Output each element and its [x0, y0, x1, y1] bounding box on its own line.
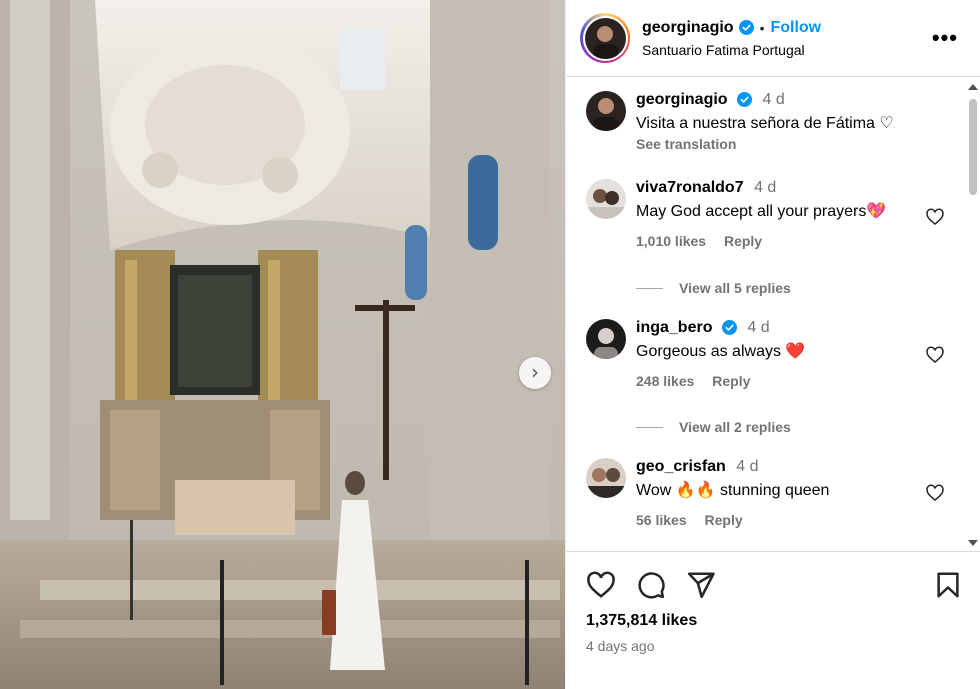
comment-text: Gorgeous as always ❤️ — [636, 343, 806, 360]
scroll-down-arrow[interactable] — [968, 540, 978, 546]
caption-avatar[interactable] — [586, 91, 626, 131]
comment-text: Wow 🔥🔥 stunning queen — [636, 482, 830, 499]
avatar[interactable] — [580, 13, 630, 63]
post-header: georginagio • Follow Santuario Fatima Po… — [566, 0, 980, 77]
comment-username[interactable]: viva7ronaldo7 — [636, 179, 744, 196]
heart-icon[interactable] — [925, 483, 945, 503]
reply-button[interactable]: Reply — [724, 233, 762, 249]
comments-list: georginagio 4 d Visita a nuestra señora … — [566, 77, 980, 551]
caption-item: georginagio 4 d Visita a nuestra señora … — [586, 91, 946, 152]
post-side-panel: georginagio • Follow Santuario Fatima Po… — [565, 0, 980, 689]
reply-button[interactable]: Reply — [705, 512, 743, 528]
view-replies-label: View all 5 replies — [679, 280, 791, 296]
comment-avatar[interactable] — [586, 179, 626, 219]
follow-button[interactable]: Follow — [770, 19, 821, 37]
caption-text: Visita a nuestra señora de Fátima ♡ — [636, 115, 894, 132]
comment-likes[interactable]: 56 likes — [636, 512, 687, 528]
comment-username[interactable]: geo_crisfan — [636, 458, 726, 475]
heart-icon[interactable] — [925, 207, 945, 227]
post-timestamp[interactable]: 4 days ago — [586, 638, 655, 654]
likes-count[interactable]: 1,375,814 likes — [586, 612, 697, 630]
comment-time[interactable]: 4 d — [747, 319, 769, 336]
heart-icon[interactable] — [586, 570, 616, 600]
view-replies-label: View all 2 replies — [679, 419, 791, 435]
comment-item: inga_bero 4 d Gorgeous as always ❤️ 248 … — [586, 319, 946, 389]
scroll-up-arrow[interactable] — [968, 84, 978, 90]
comment-item: viva7ronaldo7 4 d May God accept all you… — [586, 179, 946, 249]
post-actions: 1,375,814 likes 4 days ago — [566, 551, 980, 689]
caption-username[interactable]: georginagio — [636, 91, 728, 108]
comment-time[interactable]: 4 d — [754, 179, 776, 196]
comment-item: geo_crisfan 4 d Wow 🔥🔥 stunning queen 56… — [586, 458, 946, 528]
verified-icon — [738, 20, 754, 35]
post-image[interactable]: › — [0, 0, 565, 689]
post-username[interactable]: georginagio — [642, 19, 734, 37]
verified-icon — [737, 92, 753, 108]
post-location[interactable]: Santuario Fatima Portugal — [642, 42, 821, 58]
see-translation-link[interactable]: See translation — [636, 136, 946, 152]
verified-icon — [721, 320, 737, 336]
comment-avatar[interactable] — [586, 319, 626, 359]
scroll-thumb[interactable] — [969, 99, 977, 195]
comment-likes[interactable]: 248 likes — [636, 373, 694, 389]
chevron-right-icon: › — [531, 360, 539, 384]
comment-time[interactable]: 4 d — [736, 458, 758, 475]
comment-username[interactable]: inga_bero — [636, 319, 712, 336]
caption-time[interactable]: 4 d — [762, 91, 784, 108]
comment-avatar[interactable] — [586, 458, 626, 498]
share-icon[interactable] — [686, 570, 716, 600]
heart-icon[interactable] — [925, 345, 945, 365]
comment-likes[interactable]: 1,010 likes — [636, 233, 706, 249]
comments-scrollbar[interactable] — [965, 79, 980, 551]
comment-text: May God accept all your prayers💖 — [636, 203, 887, 220]
separator-dot: • — [759, 19, 765, 36]
next-image-button[interactable]: › — [519, 357, 551, 389]
avatar-photo — [584, 17, 626, 59]
bookmark-icon[interactable] — [933, 570, 963, 600]
church-interior-photo — [0, 0, 565, 689]
reply-button[interactable]: Reply — [712, 373, 750, 389]
view-replies-button[interactable]: View all 2 replies — [636, 419, 791, 435]
comment-icon[interactable] — [636, 570, 666, 600]
more-icon[interactable]: ••• — [932, 27, 958, 49]
view-replies-button[interactable]: View all 5 replies — [636, 280, 791, 296]
